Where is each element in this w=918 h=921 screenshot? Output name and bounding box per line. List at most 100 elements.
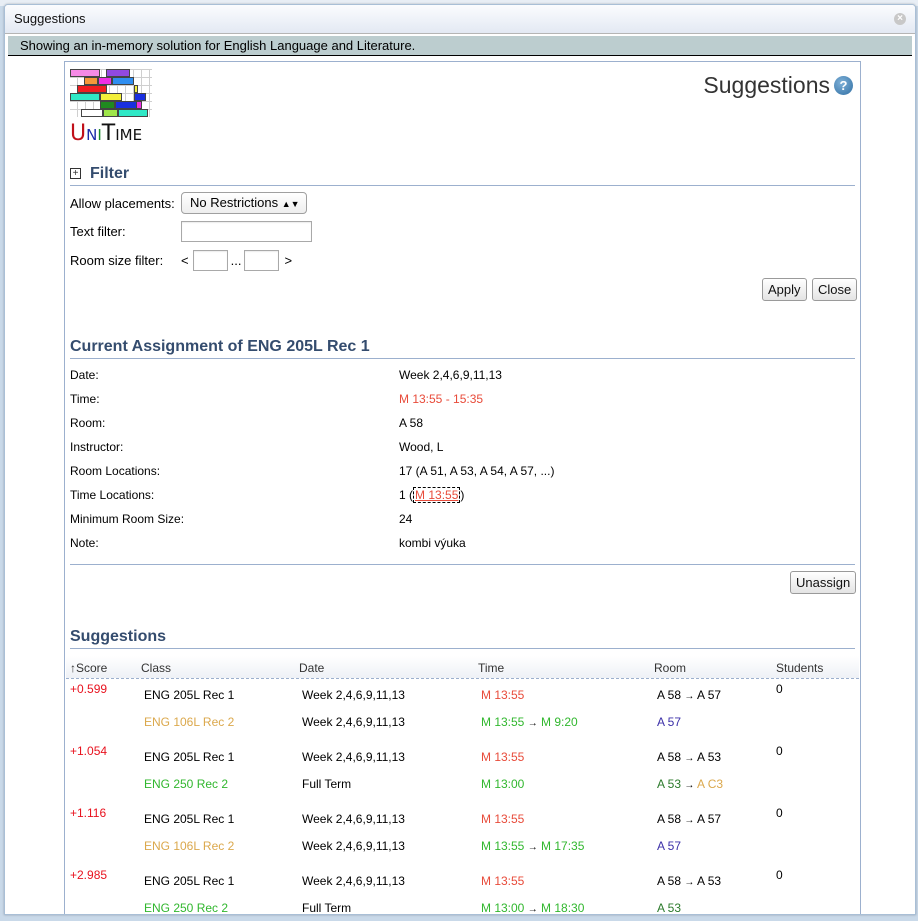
- class-name: ENG 205L Rec 1: [144, 874, 235, 888]
- date: Full Term: [302, 777, 352, 791]
- room-size-min-input[interactable]: [192, 250, 228, 271]
- allow-placements-label: Allow placements:: [70, 195, 175, 211]
- suggestion-row[interactable]: +1.054 ENG 205L Rec 1 Week 2,4,6,9,11,13…: [70, 744, 855, 771]
- score: +0.599: [70, 682, 108, 696]
- suggestions-table-header: ↑Score Class Date Time Room Students: [66, 656, 859, 679]
- room-to: A 57: [697, 812, 722, 826]
- students: 0: [776, 682, 783, 696]
- unassign-button[interactable]: Unassign: [790, 571, 857, 594]
- room-change: A 58 → A 57: [657, 688, 721, 702]
- allow-placements-row: Allow placements: No Restrictions ▲▼: [70, 192, 307, 214]
- time-from: M 13:00: [481, 901, 525, 915]
- room: A 53: [657, 901, 682, 915]
- room-to: A 57: [697, 688, 722, 702]
- suggestion-row-secondary[interactable]: ENG 106L Rec 2 Week 2,4,6,9,11,13 M 13:5…: [70, 709, 855, 736]
- class-name: ENG 106L Rec 2: [144, 715, 235, 729]
- suggestion-row-secondary[interactable]: ENG 250 Rec 2 Full Term M 13:00 A 53 → A…: [70, 771, 855, 798]
- text-filter-row: Text filter:: [70, 221, 312, 242]
- arrow-right-icon: →: [684, 753, 695, 764]
- suggestion-row[interactable]: +1.116 ENG 205L Rec 1 Week 2,4,6,9,11,13…: [70, 806, 855, 833]
- logo-letter-n: N: [86, 126, 98, 144]
- room-size-lt: <: [181, 253, 189, 268]
- room-to: A 53: [697, 750, 722, 764]
- time-locations-count: 1 (: [399, 488, 414, 502]
- arrow-right-icon: →: [684, 691, 695, 702]
- time: M 13:00: [481, 777, 525, 791]
- page-content: UNITIME Suggestions ? + Filter Allow plac…: [64, 61, 861, 915]
- class-name: ENG 106L Rec 2: [144, 839, 235, 853]
- room-size-max-input[interactable]: [244, 250, 280, 271]
- close-button[interactable]: Close: [812, 278, 858, 301]
- time: M 13:55: [481, 874, 525, 888]
- room-to: A C3: [697, 777, 724, 791]
- arrow-right-icon: →: [527, 842, 538, 853]
- unitime-wordmark: UNITIME: [70, 121, 152, 146]
- prop-label: Instructor:: [70, 440, 124, 454]
- expand-plus-icon[interactable]: +: [70, 168, 81, 179]
- logo-grid-icon: [70, 69, 152, 117]
- room-change: A 53 → A C3: [657, 777, 723, 791]
- suggestion-row[interactable]: +0.599 ENG 205L Rec 1 Week 2,4,6,9,11,13…: [70, 682, 855, 709]
- room: A 57: [657, 715, 682, 729]
- room: A 57: [657, 839, 682, 853]
- apply-button[interactable]: Apply: [762, 278, 807, 301]
- logo-letter-t: T: [101, 121, 116, 146]
- prop-value: A 58: [399, 416, 424, 430]
- date: Full Term: [302, 901, 352, 915]
- select-arrows-icon: ▲▼: [281, 199, 300, 209]
- prop-label: Date:: [70, 368, 99, 382]
- time-to: M 18:30: [541, 901, 585, 915]
- col-students[interactable]: Students: [776, 661, 823, 675]
- prop-value: Week 2,4,6,9,11,13: [399, 368, 502, 382]
- date: Week 2,4,6,9,11,13: [302, 839, 405, 853]
- suggestion-row[interactable]: +2.985 ENG 205L Rec 1 Week 2,4,6,9,11,13…: [70, 868, 855, 895]
- date: Week 2,4,6,9,11,13: [302, 750, 405, 764]
- col-date[interactable]: Date: [299, 661, 324, 675]
- time-locations-close: ): [460, 488, 465, 502]
- prop-value: 24: [399, 512, 413, 526]
- time-location-link[interactable]: M 13:55: [413, 487, 461, 503]
- suggestions-header: Suggestions: [70, 628, 855, 649]
- suggestions-dialog: Suggestions × Showing an in-memory solut…: [4, 4, 916, 915]
- room-from: A 58: [657, 750, 682, 764]
- col-time[interactable]: Time: [478, 661, 504, 675]
- help-icon[interactable]: ?: [834, 76, 853, 95]
- room-size-separator: ...: [230, 253, 242, 268]
- class-name: ENG 250 Rec 2: [144, 901, 229, 915]
- class-name: ENG 205L Rec 1: [144, 688, 235, 702]
- room-from: A 53: [657, 777, 682, 791]
- section-divider: [70, 564, 855, 565]
- page-title: Suggestions ?: [703, 72, 853, 99]
- time-change: M 13:55 → M 17:35: [481, 839, 584, 853]
- prop-value: 1 (M 13:55): [399, 487, 465, 503]
- time: M 13:55: [481, 750, 525, 764]
- logo-letter-u: U: [70, 121, 87, 146]
- text-filter-input[interactable]: [181, 221, 312, 242]
- close-icon[interactable]: ×: [894, 13, 906, 25]
- current-assignment-header: Current Assignment of ENG 205L Rec 1: [70, 338, 855, 359]
- room-change: A 58 → A 53: [657, 874, 721, 888]
- dialog-title: Suggestions: [14, 11, 86, 26]
- date: Week 2,4,6,9,11,13: [302, 688, 405, 702]
- room-from: A 58: [657, 688, 682, 702]
- class-name: ENG 205L Rec 1: [144, 812, 235, 826]
- time-to: M 17:35: [541, 839, 585, 853]
- allow-placements-value: No Restrictions: [190, 195, 279, 210]
- allow-placements-select[interactable]: No Restrictions ▲▼: [181, 192, 307, 214]
- filter-header[interactable]: + Filter: [70, 165, 855, 186]
- prop-value: kombi výuka: [399, 536, 466, 550]
- students: 0: [776, 744, 783, 758]
- logo-letters-ime: IME: [115, 126, 143, 144]
- col-class[interactable]: Class: [141, 661, 171, 675]
- filter-title: Filter: [90, 165, 130, 182]
- dialog-titlebar[interactable]: Suggestions ×: [5, 5, 915, 34]
- prop-label: Time Locations:: [70, 488, 155, 502]
- room-to: A 53: [697, 874, 722, 888]
- page-title-text: Suggestions: [703, 72, 830, 98]
- suggestion-row-secondary[interactable]: ENG 250 Rec 2 Full Term M 13:00 → M 18:3…: [70, 895, 855, 915]
- arrow-right-icon: →: [684, 877, 695, 888]
- col-score[interactable]: ↑Score: [70, 661, 107, 675]
- suggestion-row-secondary[interactable]: ENG 106L Rec 2 Week 2,4,6,9,11,13 M 13:5…: [70, 833, 855, 860]
- time: M 13:55: [481, 812, 525, 826]
- col-room[interactable]: Room: [654, 661, 686, 675]
